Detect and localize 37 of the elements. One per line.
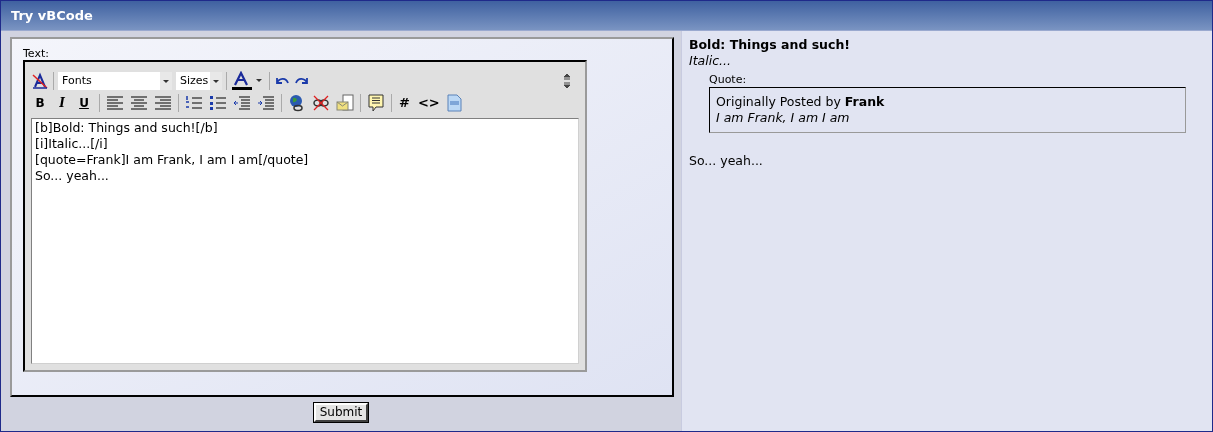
unlink-icon[interactable] [312,94,330,112]
code-button[interactable]: # [398,94,411,112]
window-title: Try vBCode [11,6,93,25]
align-left-icon[interactable] [106,96,124,110]
align-center-icon[interactable] [130,96,148,110]
quote-icon[interactable] [367,94,385,112]
editor-line: [i]Italic...[/i] [35,136,108,152]
bullet-list-icon[interactable] [209,95,227,111]
format-button[interactable]: U [75,94,93,112]
code-button[interactable]: <> [416,94,441,112]
quote-label: Quote: [709,73,748,87]
font-select[interactable]: Fonts [58,72,172,90]
text-label: Text: [23,47,50,60]
globe-link-icon[interactable] [288,94,306,112]
indent-icon[interactable] [257,95,275,111]
editor-line: [b]Bold: Things and such![/b] [35,120,218,136]
remove-format-icon[interactable] [31,72,49,90]
preview-italic-text: Italic... [689,53,732,69]
collapse-icon[interactable] [563,72,571,90]
font-select-value: Fonts [62,72,92,89]
size-select-value: Sizes [180,72,209,89]
submit-button[interactable]: Submit [313,403,369,422]
editor-line: So... yeah... [35,168,109,184]
email-icon[interactable] [336,94,354,112]
size-select[interactable]: Sizes [176,72,222,90]
format-button[interactable]: B [31,94,49,112]
quote-author: Originally Posted by Frank [716,94,886,110]
outdent-icon[interactable] [233,95,251,111]
quote-text: I am Frank, I am I am [716,110,851,126]
text-editor[interactable]: [b]Bold: Things and such![/b] [i]Italic...[/i] [quote=Frank]I am Frank, I am I am[/quote] So... yeah... [31,118,579,364]
numbered-list-icon[interactable] [185,95,203,111]
text-color-icon[interactable] [231,71,265,91]
preview-text: So... yeah... [689,153,764,169]
preview-bold-text: Bold: Things and such! [689,37,852,53]
format-button[interactable]: I [53,94,71,112]
align-right-icon[interactable] [154,96,172,110]
editor-line: [quote=Frank]I am Frank, I am I am[/quote] [35,152,309,168]
